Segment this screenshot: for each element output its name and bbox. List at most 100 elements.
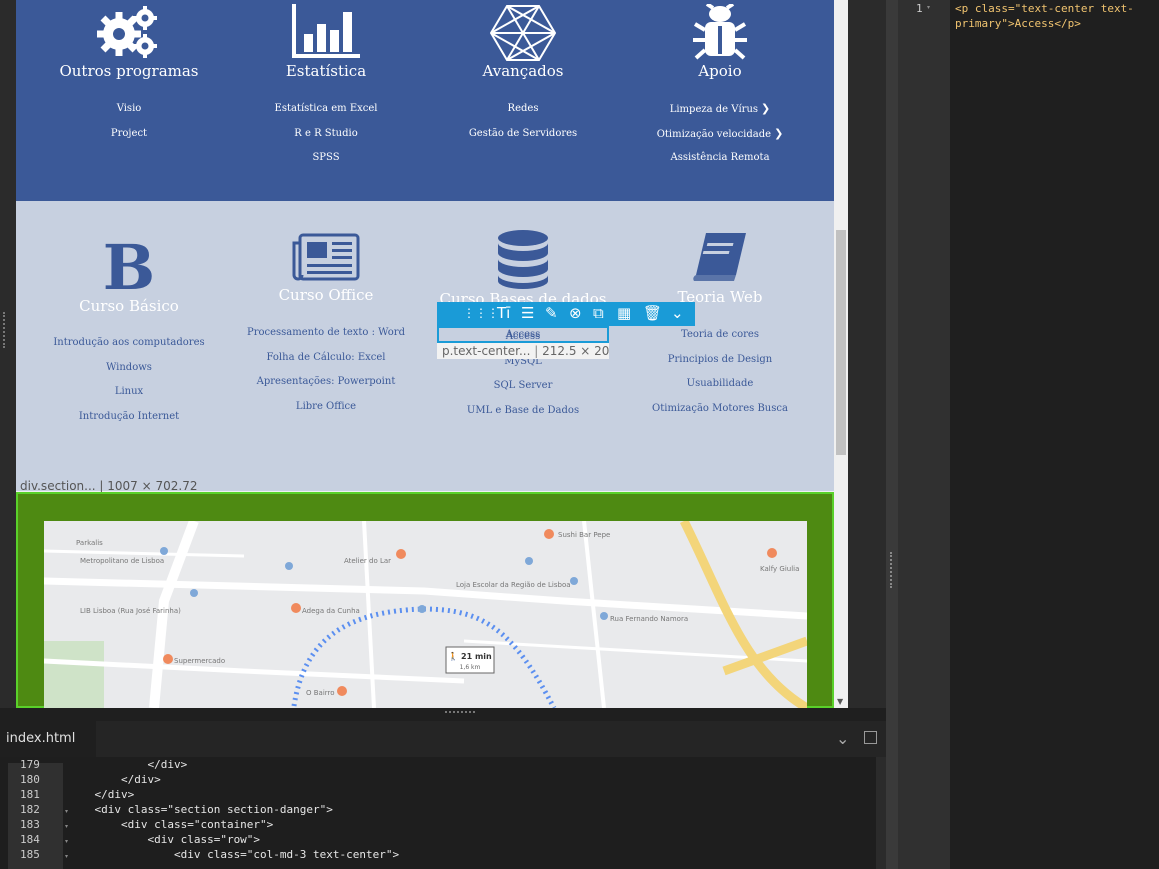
- map-label: Supermercado: [174, 657, 226, 665]
- map-label: LIB Lisboa (Rua José Farinha): [80, 607, 181, 615]
- map-label: Rua Fernando Namora: [610, 615, 689, 623]
- link-spss[interactable]: SPSS: [221, 146, 431, 171]
- sliders-icon[interactable]: ☰: [521, 304, 534, 322]
- line-number: 1: [916, 2, 923, 15]
- scrollbar-thumb[interactable]: [836, 230, 846, 455]
- code-line[interactable]: <div class="container">: [68, 818, 273, 831]
- panel-divider: [848, 0, 886, 720]
- link-estatistica-excel[interactable]: Estatística em Excel: [221, 97, 431, 122]
- link-intro-internet[interactable]: Introdução Internet: [24, 405, 234, 430]
- brush-icon[interactable]: ✎: [545, 304, 558, 322]
- chevron-down-icon[interactable]: ⌄: [836, 729, 849, 748]
- link-usabilidade[interactable]: Usuabilidade: [615, 372, 825, 397]
- fold-icon[interactable]: ▾: [927, 4, 930, 11]
- link-powerpoint[interactable]: Apresentações: Powerpoint: [221, 370, 431, 395]
- svg-text:1,6 km: 1,6 km: [460, 664, 481, 671]
- map-label: Parkalis: [76, 539, 103, 547]
- resize-grip[interactable]: [890, 552, 894, 588]
- column-estatistica: Estatística Estatística em Excel R e R S…: [221, 4, 431, 171]
- column-title: Curso Básico: [79, 297, 179, 315]
- line-number: 183: [20, 818, 40, 831]
- chevron-right-icon: ❯: [761, 102, 771, 115]
- line-number: 185: [20, 848, 40, 861]
- link-windows[interactable]: Windows: [24, 356, 234, 381]
- code-line[interactable]: </div>: [68, 758, 187, 771]
- code-line[interactable]: </div>: [68, 773, 161, 786]
- selection-size: 212.5 × 20: [542, 344, 610, 358]
- column-title: Avançados: [482, 62, 564, 80]
- resize-grip[interactable]: [445, 711, 475, 713]
- right-panel-edge[interactable]: [886, 0, 898, 869]
- map-label: Loja Escolar da Região de Lisboa: [456, 581, 571, 589]
- map-label: Kalfy Giulia: [760, 565, 800, 573]
- map-label: Adega da Cunha: [302, 607, 360, 615]
- trash-icon[interactable]: 🗑: [643, 304, 662, 322]
- map-label: Atelier do Lar: [344, 557, 392, 565]
- code-gutter: 179 180 181 182 183 184 185 ▾ ▾ ▾ ▾: [8, 758, 68, 869]
- link-principios-design[interactable]: Principios de Design: [615, 348, 825, 373]
- column-title: Curso Office: [278, 286, 374, 304]
- map-label: Sushi Bar Pepe: [558, 531, 611, 539]
- right-code-editor[interactable]: <p class="text-center text- primary">Acc…: [950, 0, 1159, 869]
- section-blue[interactable]: Outros programas Visio Project Estatísti…: [16, 0, 834, 201]
- code-line[interactable]: </div>: [68, 788, 134, 801]
- code-line[interactable]: <div class="section section-danger">: [68, 803, 332, 816]
- column-title: Estatística: [285, 62, 367, 80]
- code-line[interactable]: <p class="text-center text-: [955, 1, 1134, 16]
- code-line[interactable]: <div class="row">: [68, 833, 260, 846]
- bold-b-icon: B: [104, 239, 154, 293]
- link-uml[interactable]: UML e Base de Dados: [418, 399, 628, 424]
- column-avancados: Avançados Redes Gestão de Servidores: [418, 4, 628, 146]
- editor-tab-bar: ⌄: [0, 721, 886, 757]
- column-title: Outros programas: [59, 62, 199, 80]
- link-libre-office[interactable]: Libre Office: [221, 395, 431, 420]
- link-otimizacao-velocidade[interactable]: Otimização velocidade ❯: [615, 122, 825, 147]
- line-number: 180: [20, 773, 40, 786]
- column-teoria-web: Teoria Web Teoria de cores Principios de…: [615, 233, 825, 421]
- map-label: O Bairro: [306, 689, 335, 697]
- drag-handle-icon[interactable]: ⋮⋮⋮: [463, 306, 499, 320]
- split-view-icon[interactable]: [864, 731, 877, 744]
- link-otimizacao-busca[interactable]: Otimização Motores Busca: [615, 397, 825, 422]
- column-curso-basico: B Curso Básico Introdução aos computador…: [24, 239, 234, 429]
- bug-icon: [693, 4, 747, 60]
- map-label: Metropolitano de Lisboa: [80, 557, 165, 565]
- selected-element-outline[interactable]: Access: [437, 326, 609, 343]
- link-sql-server[interactable]: SQL Server: [418, 374, 628, 399]
- link-visio[interactable]: Visio: [24, 97, 234, 122]
- code-line[interactable]: <div class="col-md-3 text-center">: [68, 848, 399, 861]
- code-line[interactable]: primary">Access</p>: [955, 16, 1081, 31]
- section-selection-label: div.section... | 1007 × 702.72: [20, 479, 198, 493]
- link-teoria-cores[interactable]: Teoria de cores: [615, 323, 825, 348]
- link-linux[interactable]: Linux: [24, 380, 234, 405]
- link-gestao-servidores[interactable]: Gestão de Servidores: [418, 122, 628, 147]
- link-limpeza-virus[interactable]: Limpeza de Vírus ❯: [615, 97, 825, 122]
- chevron-down-icon[interactable]: ⌄: [671, 304, 684, 322]
- link-assistencia-remota[interactable]: Assistência Remota: [615, 146, 825, 171]
- scroll-down-icon[interactable]: ▼: [837, 697, 843, 706]
- link-r-studio[interactable]: R e R Studio: [221, 122, 431, 147]
- element-toolbar: ⋮⋮⋮ Tī ☰ ✎ ⊗ ⧉ ▦ 🗑 ⌄: [437, 302, 695, 326]
- line-number: 181: [20, 788, 40, 801]
- column-apoio: Apoio Limpeza de Vírus ❯ Otimização veloc…: [615, 4, 825, 171]
- resize-grip[interactable]: [3, 312, 7, 348]
- text-format-icon[interactable]: Tī: [497, 304, 510, 322]
- grid-icon[interactable]: ▦: [617, 304, 631, 322]
- section-grey[interactable]: B Curso Básico Introdução aos computador…: [16, 201, 834, 491]
- gears-icon: [97, 6, 157, 58]
- tab-index-html[interactable]: index.html ✕: [0, 721, 96, 782]
- link-icon[interactable]: ⊗: [569, 304, 582, 322]
- svg-text:🚶 21 min: 🚶 21 min: [448, 651, 492, 661]
- link-redes[interactable]: Redes: [418, 97, 628, 122]
- link-word[interactable]: Processamento de texto : Word: [221, 321, 431, 346]
- link-intro-computadores[interactable]: Introdução aos computadores: [24, 331, 234, 356]
- link-excel[interactable]: Folha de Cálculo: Excel: [221, 346, 431, 371]
- newspaper-icon: [292, 233, 360, 281]
- left-resize-gutter[interactable]: [0, 0, 16, 708]
- column-curso-office: Curso Office Processamento de texto : Wo…: [221, 233, 431, 419]
- link-project[interactable]: Project: [24, 122, 234, 147]
- bottom-resize-bar[interactable]: [0, 708, 886, 721]
- network-hexagon-icon: [490, 5, 556, 61]
- replace-icon[interactable]: ⧉: [593, 304, 604, 322]
- map-embed[interactable]: 🚶 21 min 1,6 km Parkalis Metropolitano d…: [44, 521, 807, 708]
